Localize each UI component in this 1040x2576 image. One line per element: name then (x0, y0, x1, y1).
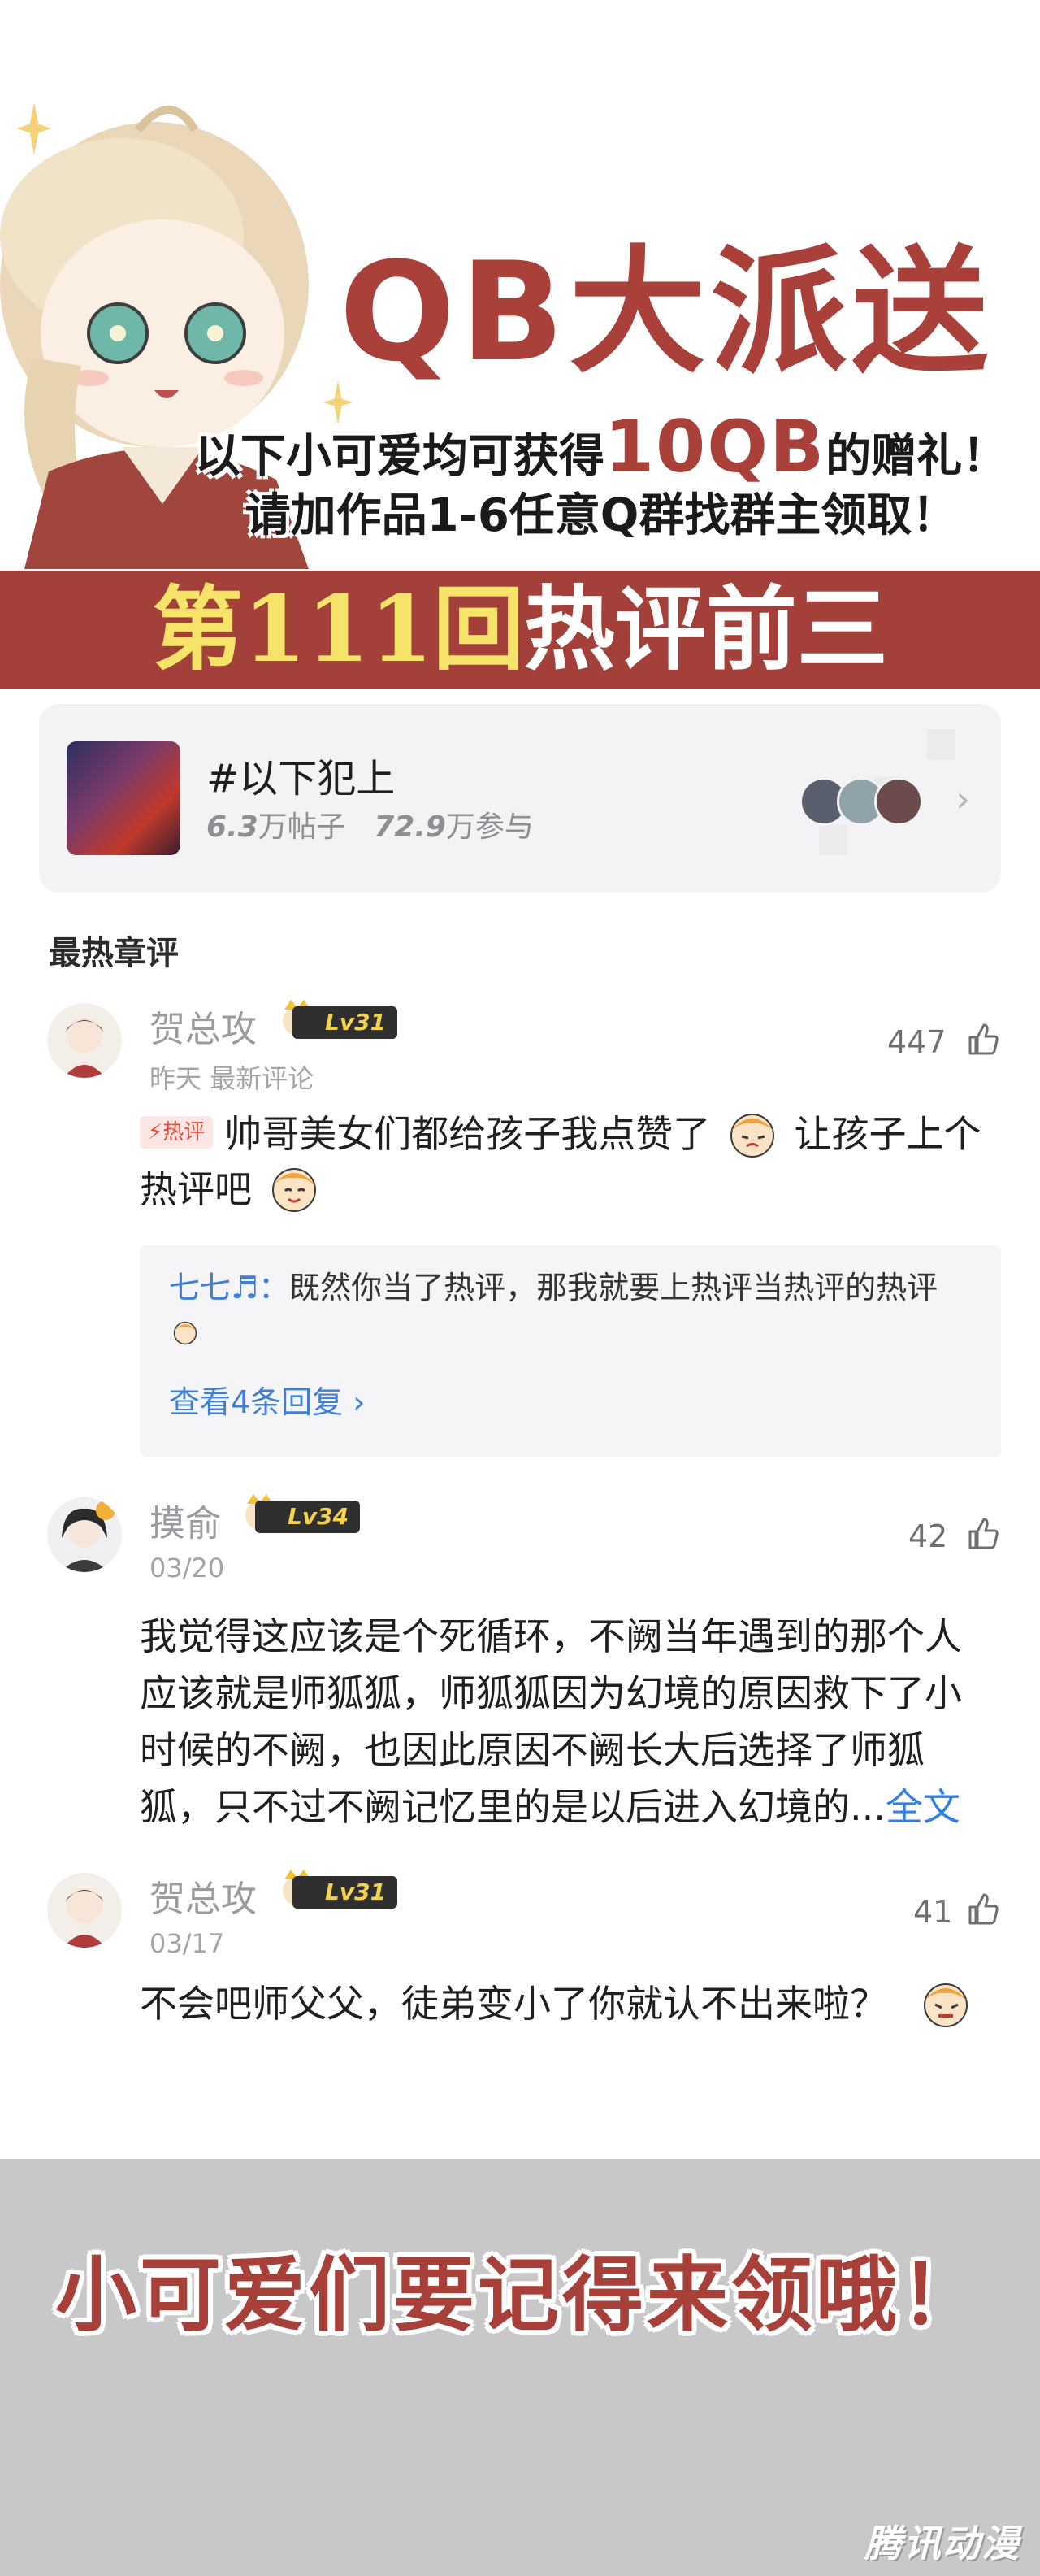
thumbs-up-icon[interactable] (964, 1891, 1001, 1928)
comment-meta: 03/17 (150, 1928, 225, 1959)
banner-title: QB大派送 (339, 232, 994, 392)
ribbon-episode: 第111回 (152, 576, 524, 683)
view-replies-link[interactable]: 查看4条回复 › (169, 1377, 365, 1422)
topic-participants-count: 72.9 (374, 810, 446, 844)
level-badge: Lv34 (255, 1501, 361, 1533)
topic-participants-unit: 万参与 (445, 810, 534, 844)
topic-cover-image (67, 741, 180, 855)
reply-author[interactable]: 七七♬： (169, 1270, 289, 1305)
banner-subtitle-prefix: 以下小可爱均可获得 (194, 430, 604, 483)
reply-preview[interactable]: 七七♬：既然你当了热评，那我就要上热评当热评的热评 查看4条回复 › (140, 1245, 1001, 1457)
footer-banner: 小可爱们要记得来领哦！ 腾讯动漫 (0, 2159, 1040, 2576)
avatar[interactable] (47, 1873, 122, 1948)
like-count: 41 (913, 1894, 953, 1930)
banner-subtitle-amount: 10QB (604, 405, 826, 489)
comment-item: 贺总攻 Lv31 昨天 最新评论 447 ⚡热评 帅哥美女们都给孩子我点赞了 让孩… (0, 993, 1040, 1465)
banner-subtitle-1: 以下小可爱均可获得10QB的赠礼！ (171, 411, 1032, 489)
avatar[interactable] (47, 1003, 122, 1078)
promo-banner: QB大派送 以下小可爱均可获得10QB的赠礼！ 请加作品1-6任意Q群找群主领取… (0, 0, 1040, 699)
thumbs-up-icon[interactable] (964, 1021, 1001, 1058)
participant-avatar (874, 777, 923, 826)
username[interactable]: 贺总攻 (150, 1000, 257, 1052)
sparkle-icon (16, 102, 52, 154)
username[interactable]: 摸俞 (150, 1494, 221, 1546)
hot-comment-tag: ⚡热评 (140, 1115, 214, 1149)
footer-text: 小可爱们要记得来领哦！ (55, 2248, 985, 2343)
reply-text: 七七♬：既然你当了热评，那我就要上热评当热评的热评 (169, 1265, 973, 1356)
like-count: 447 (887, 1024, 947, 1060)
comment-text-content: 不会吧师父父，徒弟变小了你就认不出来啦？ (140, 1982, 887, 2026)
comment-item: 贺总攻 Lv31 03/17 41 不会吧师父父，徒弟变小了你就认不出来啦？ (0, 1863, 1040, 2058)
comment-meta: 03/20 (150, 1553, 225, 1583)
comment-text: 不会吧师父父，徒弟变小了你就认不出来啦？ (140, 1977, 985, 2032)
level-badge: Lv31 (292, 1006, 398, 1039)
comment-text-part1: 帅哥美女们都给孩子我点赞了 (224, 1112, 711, 1156)
sticker-face-icon (730, 1113, 774, 1158)
like-count: 42 (908, 1518, 948, 1554)
topic-posts-count: 6.3 (206, 810, 258, 844)
username[interactable]: 贺总攻 (150, 1870, 257, 1922)
sticker-face-icon (923, 1983, 968, 2027)
read-more-link[interactable]: 全文 (886, 1785, 960, 1829)
topic-stats: 6.3万帖子 72.9万参与 (206, 803, 534, 845)
thumbs-up-icon[interactable] (964, 1515, 1001, 1553)
comment-meta: 昨天 最新评论 (150, 1063, 314, 1094)
section-header: 最热章评 (49, 935, 179, 972)
comment-text: ⚡热评 帅哥美女们都给孩子我点赞了 让孩子上个热评吧 (140, 1107, 985, 1217)
chevron-right-icon[interactable]: › (956, 779, 970, 820)
ribbon-label: 热评前三 (523, 576, 888, 683)
comment-text-content: 我觉得这应该是个死循环，不阙当年遇到的那个人应该就是师狐狐，师狐狐因为幻境的原因… (140, 1614, 962, 1829)
hot-tag-label: 热评 (162, 1119, 206, 1145)
topic-title: #以下犯上 (206, 756, 396, 801)
tencent-comic-logo: 腾讯动漫 (864, 2522, 1020, 2565)
avatar[interactable] (47, 1497, 122, 1572)
comment-item: 摸俞 Lv34 03/20 42 我觉得这应该是个死循环，不阙当年遇到的那个人应… (0, 1488, 1040, 1837)
level-badge: Lv31 (292, 1876, 398, 1909)
banner-subtitle-suffix: 的赠礼！ (826, 430, 1008, 483)
banner-subtitle-2: 请加作品1-6任意Q群找群主领取！ (245, 489, 958, 542)
sticker-face-icon (271, 1168, 316, 1212)
participant-avatars (800, 777, 962, 829)
sticker-face-icon (173, 1321, 197, 1344)
reply-content: 既然你当了热评，那我就要上热评当热评的热评 (289, 1270, 938, 1305)
topic-posts-unit: 万帖子 (258, 810, 346, 844)
episode-ribbon: 第111回 热评前三 (0, 571, 1040, 689)
comment-text: 我觉得这应该是个死循环，不阙当年遇到的那个人应该就是师狐狐，师狐狐因为幻境的原因… (140, 1608, 985, 1835)
topic-card[interactable]: ⋰ #以下犯上 6.3万帖子 72.9万参与 › (39, 704, 1001, 893)
